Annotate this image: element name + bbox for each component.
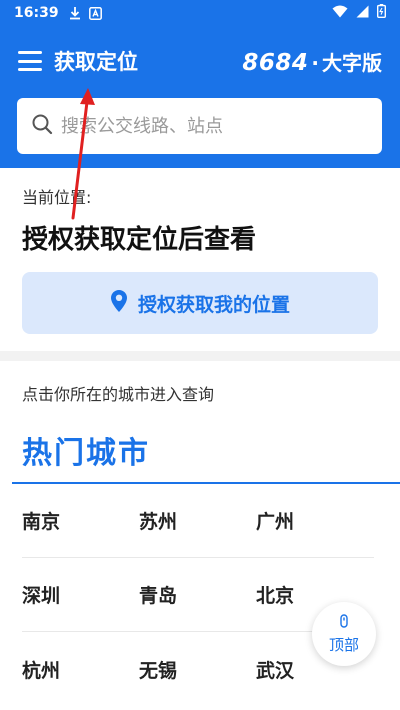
current-location-value: 授权获取定位后查看: [22, 225, 257, 255]
authorize-location-label: 授权获取我的位置: [137, 293, 290, 316]
hot-cities-title: 热门城市: [22, 436, 150, 471]
city-item[interactable]: 青岛: [139, 581, 256, 608]
brand-dot: ·: [311, 50, 319, 75]
battery-icon: [376, 4, 386, 22]
current-location-label: 当前位置:: [22, 188, 92, 207]
city-item[interactable]: 苏州: [139, 507, 256, 534]
city-item[interactable]: 深圳: [22, 581, 139, 608]
city-row: 南京 苏州 广州: [22, 484, 374, 558]
app-bar: 获取定位 8684 · 大字版: [0, 26, 400, 96]
app-notification-icon: [88, 6, 102, 20]
search-box[interactable]: [17, 98, 382, 154]
brand-edition: 大字版: [322, 50, 382, 75]
wifi-icon: [332, 5, 348, 22]
city-item[interactable]: 广州: [256, 507, 373, 534]
search-area: [0, 96, 400, 168]
scroll-top-icon: [340, 613, 348, 632]
location-pin-icon: [110, 289, 138, 318]
section-divider: [0, 351, 400, 361]
brand-number: 8684: [242, 49, 309, 76]
back-to-top-button[interactable]: 顶部: [312, 602, 376, 666]
menu-icon[interactable]: [18, 51, 42, 71]
search-icon: [31, 113, 53, 139]
authorize-location-button[interactable]: 授权获取我的位置: [22, 272, 378, 334]
status-time: 16:39: [14, 5, 59, 21]
page-title: 获取定位: [54, 50, 138, 74]
city-item[interactable]: 杭州: [22, 656, 139, 683]
back-to-top-label: 顶部: [328, 636, 359, 654]
city-hint: 点击你所在的城市进入查询: [22, 385, 215, 404]
brand-logo: 8684 · 大字版: [242, 47, 382, 76]
status-bar: 16:39: [0, 0, 400, 26]
city-grid: 南京 苏州 广州 深圳 青岛 北京 杭州 无锡 武汉: [22, 484, 374, 706]
search-input[interactable]: [61, 115, 351, 137]
city-item[interactable]: 南京: [22, 507, 139, 534]
download-icon: [69, 6, 81, 20]
signal-icon: [356, 5, 369, 22]
city-item[interactable]: 无锡: [139, 656, 256, 683]
